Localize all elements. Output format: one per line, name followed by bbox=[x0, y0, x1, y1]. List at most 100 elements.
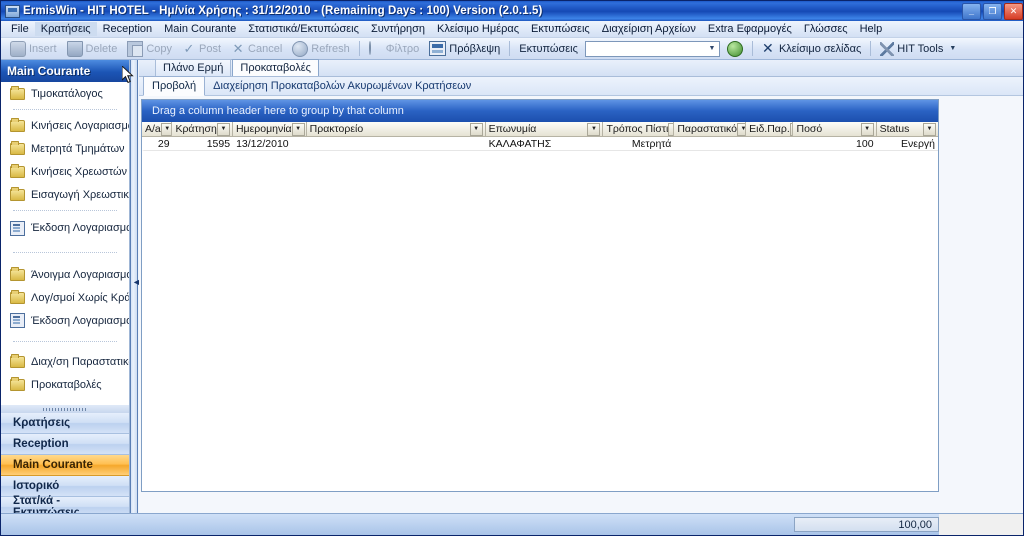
check-icon: ✓ bbox=[183, 40, 195, 56]
sidebar: Main Courante Τιμοκατάλογος Κινήσεις Λογ… bbox=[1, 60, 130, 535]
menu-item-file[interactable]: File bbox=[5, 22, 35, 36]
column-header-eponymia[interactable]: Επωνυμία ▼ bbox=[486, 122, 604, 136]
sidebar-item-label: Διαχ/ση Παραστατικών bbox=[31, 355, 129, 368]
filter-dropdown-icon[interactable]: ▼ bbox=[860, 122, 874, 136]
table-row[interactable]: 29 1595 13/12/2010 ΚΑΛΑΦΑΤΗΣ Μετρητά 100… bbox=[142, 137, 938, 151]
column-header-tropos-pisti[interactable]: Τρόπος Πίστι▼ bbox=[603, 122, 675, 136]
chevron-down-icon[interactable]: ▼ bbox=[949, 45, 956, 52]
post-label: Post bbox=[199, 42, 222, 55]
close-page-button[interactable]: ✕ Κλείσιμο σελίδας bbox=[757, 41, 866, 57]
filter-dropdown-icon[interactable]: ▼ bbox=[737, 122, 746, 136]
sidebar-item-label: Κινήσεις Λογαριασμών bbox=[31, 119, 129, 132]
content-area: Πλάνο Ερμή Προκαταβολές Προβολή Διαχείρη… bbox=[139, 59, 1023, 516]
sidebar-item-kiniseis-logariasmon[interactable]: Κινήσεις Λογαριασμών bbox=[1, 114, 129, 137]
column-header-eid-par[interactable]: Ειδ.Παρ.▼ bbox=[746, 122, 794, 136]
hit-tools-button[interactable]: HIT Tools ▼ bbox=[875, 41, 961, 57]
print-label: Εκτυπώσεις bbox=[519, 42, 578, 55]
subtab-cancelled-reservations[interactable]: Διαχείρηση Προκαταβολών Ακυρωμένων Κρατή… bbox=[205, 77, 479, 95]
sidebar-item-diaxsi-parastatikon[interactable]: Διαχ/ση Παραστατικών bbox=[1, 350, 129, 373]
close-x-icon: ✕ bbox=[761, 39, 774, 56]
sidebar-separator bbox=[1, 105, 129, 114]
sidebar-splitter[interactable]: ◄ bbox=[130, 60, 141, 516]
column-header-kratisi[interactable]: Κράτηση ▼ bbox=[172, 122, 233, 136]
cell-imerominia: 13/12/2010 bbox=[236, 137, 289, 150]
folder-icon bbox=[10, 289, 25, 304]
report-select[interactable]: ▼ bbox=[584, 40, 720, 57]
sidebar-item-label: Έκδοση Λογαριασμού Χ... bbox=[31, 314, 129, 327]
sidebar-item-ekdosi-logariasmou-ch[interactable]: Έκδοση Λογαριασμού Χ... bbox=[1, 309, 129, 332]
sidebar-resize-grip[interactable] bbox=[1, 404, 129, 413]
delete-label: Delete bbox=[85, 42, 118, 55]
sidebar-item-logasmoi-choris-kratisi[interactable]: Λογ/σμοί Χωρίς Κράτηση bbox=[1, 286, 129, 309]
column-header-parastatiko[interactable]: Παραστατικό ▼ bbox=[674, 122, 747, 136]
menu-item-file-mgmt[interactable]: Διαχείριση Αρχείων bbox=[596, 22, 702, 36]
sidebar-item-metrita-tmimaton[interactable]: Μετρητά Τμημάτων bbox=[1, 137, 129, 160]
sidebar-separator bbox=[1, 241, 129, 263]
refresh-icon bbox=[292, 40, 309, 57]
menu-item-kratiseis[interactable]: Κρατήσεις bbox=[34, 22, 97, 36]
menu-item-extra-apps[interactable]: Extra Εφαρμογές bbox=[702, 22, 798, 36]
cell-kratisi: 1595 bbox=[206, 137, 231, 150]
cell-parastatiko bbox=[674, 137, 746, 150]
chevron-down-icon[interactable]: ▼ bbox=[705, 42, 719, 56]
folder-icon bbox=[10, 163, 25, 178]
nav-button-kratiseis[interactable]: Κρατήσεις bbox=[1, 413, 129, 434]
nav-button-istoriko[interactable]: Ιστορικό bbox=[1, 476, 129, 497]
filter-button[interactable]: Φίλτρο bbox=[364, 40, 424, 57]
column-label: Ποσό bbox=[796, 123, 823, 135]
insert-button[interactable]: Insert bbox=[5, 40, 62, 58]
menu-item-main-courante[interactable]: Main Courante bbox=[158, 22, 242, 36]
tab-plano-ermi[interactable]: Πλάνο Ερμή bbox=[155, 59, 232, 76]
sidebar-header: Main Courante bbox=[1, 60, 129, 82]
title-bar: ErmisWin - HIT HOTEL - Ημ/νία Χρήσης : 3… bbox=[1, 1, 1023, 21]
sidebar-item-ekdosi-logariasmon[interactable]: Έκδοση Λογαριασμών bbox=[1, 215, 129, 241]
copy-button[interactable]: Copy bbox=[122, 40, 177, 58]
menu-item-printouts[interactable]: Εκτυπώσεις bbox=[525, 22, 596, 36]
close-button[interactable]: ✕ bbox=[1004, 3, 1023, 20]
refresh-button[interactable]: Refresh bbox=[287, 40, 355, 58]
refresh-label: Refresh bbox=[311, 42, 350, 55]
tab-prokatavoles[interactable]: Προκαταβολές bbox=[232, 59, 319, 76]
column-header-imerominia[interactable]: Ημερομηνία ▼ bbox=[233, 122, 307, 136]
sidebar-item-kiniseis-chreoston[interactable]: Κινήσεις Χρεωστών bbox=[1, 160, 129, 183]
column-header-poso[interactable]: Ποσό ▼ bbox=[793, 122, 877, 136]
sidebar-item-label: Άνοιγμα Λογαριασμού bbox=[31, 268, 129, 281]
delete-button[interactable]: Delete bbox=[62, 40, 123, 58]
globe-button[interactable] bbox=[722, 40, 748, 58]
sidebar-item-list: Τιμοκατάλογος Κινήσεις Λογαριασμών Μετρη… bbox=[1, 82, 129, 404]
filter-dropdown-icon[interactable]: ▼ bbox=[587, 122, 601, 136]
menu-item-maintenance[interactable]: Συντήρηση bbox=[365, 22, 431, 36]
filter-dropdown-icon[interactable]: ▼ bbox=[160, 122, 172, 136]
column-header-aa[interactable]: A/a ▼ bbox=[142, 122, 173, 136]
subtab-provoli[interactable]: Προβολή bbox=[143, 76, 206, 96]
menu-item-reception[interactable]: Reception bbox=[97, 22, 159, 36]
cell-eid-par bbox=[746, 137, 793, 150]
folder-icon bbox=[10, 140, 25, 155]
sidebar-item-anoigma-logariasmou[interactable]: Άνοιγμα Λογαριασμού bbox=[1, 263, 129, 286]
filter-dropdown-icon[interactable]: ▼ bbox=[216, 122, 230, 136]
group-by-panel[interactable]: Drag a column header here to group by th… bbox=[142, 100, 938, 122]
filter-dropdown-icon[interactable]: ▼ bbox=[291, 122, 305, 136]
print-button[interactable]: Εκτυπώσεις bbox=[514, 42, 583, 56]
insert-icon bbox=[10, 40, 26, 57]
sidebar-item-prokatavoles[interactable]: Προκαταβολές bbox=[1, 373, 129, 396]
maximize-button[interactable]: ❐ bbox=[983, 3, 1002, 20]
sidebar-item-label: Μετρητά Τμημάτων bbox=[31, 142, 125, 155]
nav-button-reception[interactable]: Reception bbox=[1, 434, 129, 455]
filter-dropdown-icon[interactable]: ▼ bbox=[469, 122, 483, 136]
cancel-button[interactable]: ✕ Cancel bbox=[226, 41, 287, 57]
minimize-button[interactable]: _ bbox=[962, 3, 981, 20]
preview-button[interactable]: Πρόβλεψη bbox=[424, 40, 505, 57]
sidebar-item-eisagogi-chreostikon[interactable]: Εισαγωγή Χρεωστικών bbox=[1, 183, 129, 206]
menu-item-languages[interactable]: Γλώσσες bbox=[798, 22, 854, 36]
post-button[interactable]: ✓ Post bbox=[177, 41, 226, 57]
column-label: Πρακτορείο bbox=[309, 123, 364, 135]
column-header-praktoreio[interactable]: Πρακτορείο ▼ bbox=[307, 122, 486, 136]
menu-item-day-close[interactable]: Κλείσιμο Ημέρας bbox=[431, 22, 525, 36]
filter-dropdown-icon[interactable]: ▼ bbox=[922, 122, 936, 136]
sidebar-item-timokatalogos[interactable]: Τιμοκατάλογος bbox=[1, 82, 129, 105]
menu-item-statistics[interactable]: Στατιστικά/Εκτυπώσεις bbox=[242, 22, 365, 36]
nav-button-main-courante[interactable]: Main Courante bbox=[1, 455, 129, 476]
column-header-status[interactable]: Status ▼ bbox=[877, 122, 938, 136]
menu-item-help[interactable]: Help bbox=[854, 22, 889, 36]
